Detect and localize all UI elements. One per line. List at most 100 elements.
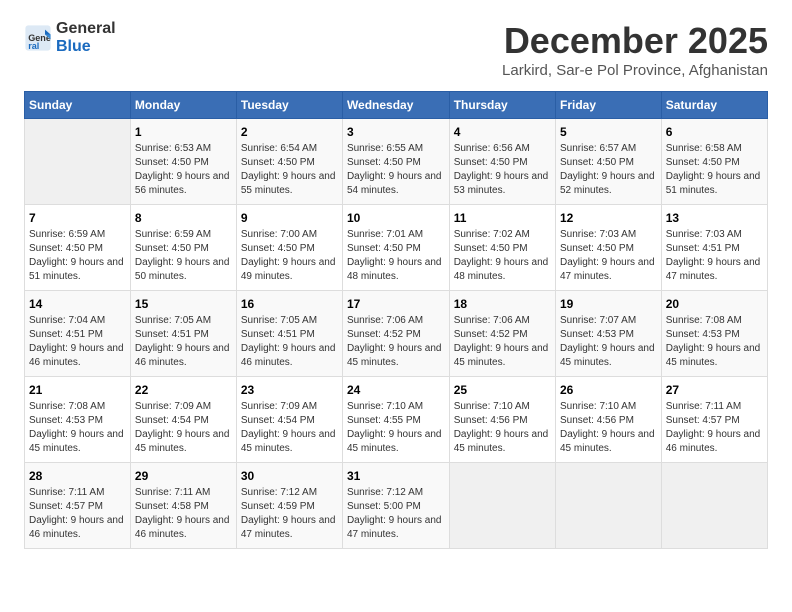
day-header-tuesday: Tuesday: [236, 92, 342, 119]
day-info: Sunrise: 6:58 AMSunset: 4:50 PMDaylight:…: [666, 142, 763, 198]
calendar-cell: 9 Sunrise: 7:00 AMSunset: 4:50 PMDayligh…: [236, 205, 342, 291]
calendar-cell: [556, 463, 662, 549]
day-info: Sunrise: 7:08 AMSunset: 4:53 PMDaylight:…: [666, 314, 763, 370]
calendar-cell: 1 Sunrise: 6:53 AMSunset: 4:50 PMDayligh…: [130, 119, 236, 205]
day-info: Sunrise: 6:54 AMSunset: 4:50 PMDaylight:…: [241, 142, 338, 198]
day-number: 19: [560, 297, 657, 311]
day-header-monday: Monday: [130, 92, 236, 119]
calendar-cell: 23 Sunrise: 7:09 AMSunset: 4:54 PMDaylig…: [236, 377, 342, 463]
calendar-cell: 29 Sunrise: 7:11 AMSunset: 4:58 PMDaylig…: [130, 463, 236, 549]
calendar-cell: 14 Sunrise: 7:04 AMSunset: 4:51 PMDaylig…: [25, 291, 131, 377]
calendar-cell: 16 Sunrise: 7:05 AMSunset: 4:51 PMDaylig…: [236, 291, 342, 377]
calendar-cell: 17 Sunrise: 7:06 AMSunset: 4:52 PMDaylig…: [342, 291, 449, 377]
day-info: Sunrise: 7:07 AMSunset: 4:53 PMDaylight:…: [560, 314, 657, 370]
day-info: Sunrise: 6:53 AMSunset: 4:50 PMDaylight:…: [135, 142, 232, 198]
day-info: Sunrise: 7:03 AMSunset: 4:50 PMDaylight:…: [560, 228, 657, 284]
day-number: 26: [560, 383, 657, 397]
calendar-cell: 7 Sunrise: 6:59 AMSunset: 4:50 PMDayligh…: [25, 205, 131, 291]
svg-text:ral: ral: [28, 41, 39, 51]
week-row-4: 21 Sunrise: 7:08 AMSunset: 4:53 PMDaylig…: [25, 377, 768, 463]
calendar-cell: 6 Sunrise: 6:58 AMSunset: 4:50 PMDayligh…: [661, 119, 767, 205]
day-info: Sunrise: 7:03 AMSunset: 4:51 PMDaylight:…: [666, 228, 763, 284]
calendar-cell: 10 Sunrise: 7:01 AMSunset: 4:50 PMDaylig…: [342, 205, 449, 291]
day-info: Sunrise: 6:56 AMSunset: 4:50 PMDaylight:…: [454, 142, 551, 198]
calendar-cell: 18 Sunrise: 7:06 AMSunset: 4:52 PMDaylig…: [449, 291, 555, 377]
day-number: 2: [241, 125, 338, 139]
subtitle: Larkird, Sar-e Pol Province, Afghanistan: [502, 62, 768, 79]
week-row-1: 1 Sunrise: 6:53 AMSunset: 4:50 PMDayligh…: [25, 119, 768, 205]
day-number: 21: [29, 383, 126, 397]
day-info: Sunrise: 7:06 AMSunset: 4:52 PMDaylight:…: [454, 314, 551, 370]
calendar-cell: 13 Sunrise: 7:03 AMSunset: 4:51 PMDaylig…: [661, 205, 767, 291]
day-number: 27: [666, 383, 763, 397]
calendar-cell: 30 Sunrise: 7:12 AMSunset: 4:59 PMDaylig…: [236, 463, 342, 549]
day-info: Sunrise: 7:02 AMSunset: 4:50 PMDaylight:…: [454, 228, 551, 284]
day-info: Sunrise: 7:05 AMSunset: 4:51 PMDaylight:…: [241, 314, 338, 370]
day-number: 3: [347, 125, 445, 139]
day-number: 25: [454, 383, 551, 397]
day-info: Sunrise: 7:10 AMSunset: 4:55 PMDaylight:…: [347, 400, 445, 456]
calendar-cell: 25 Sunrise: 7:10 AMSunset: 4:56 PMDaylig…: [449, 377, 555, 463]
calendar-cell: 12 Sunrise: 7:03 AMSunset: 4:50 PMDaylig…: [556, 205, 662, 291]
calendar-cell: 4 Sunrise: 6:56 AMSunset: 4:50 PMDayligh…: [449, 119, 555, 205]
day-header-thursday: Thursday: [449, 92, 555, 119]
calendar-cell: 22 Sunrise: 7:09 AMSunset: 4:54 PMDaylig…: [130, 377, 236, 463]
calendar-cell: 21 Sunrise: 7:08 AMSunset: 4:53 PMDaylig…: [25, 377, 131, 463]
day-info: Sunrise: 6:59 AMSunset: 4:50 PMDaylight:…: [29, 228, 126, 284]
day-number: 6: [666, 125, 763, 139]
day-number: 23: [241, 383, 338, 397]
logo-icon: Gene ral: [24, 24, 52, 52]
day-number: 8: [135, 211, 232, 225]
calendar-table: SundayMondayTuesdayWednesdayThursdayFrid…: [24, 91, 768, 549]
day-header-saturday: Saturday: [661, 92, 767, 119]
day-info: Sunrise: 7:12 AMSunset: 5:00 PMDaylight:…: [347, 486, 445, 542]
day-number: 18: [454, 297, 551, 311]
day-info: Sunrise: 7:10 AMSunset: 4:56 PMDaylight:…: [560, 400, 657, 456]
page-header: Gene ral General Blue December 2025 Lark…: [24, 20, 768, 79]
calendar-cell: 26 Sunrise: 7:10 AMSunset: 4:56 PMDaylig…: [556, 377, 662, 463]
day-info: Sunrise: 7:05 AMSunset: 4:51 PMDaylight:…: [135, 314, 232, 370]
day-number: 15: [135, 297, 232, 311]
day-number: 13: [666, 211, 763, 225]
day-number: 31: [347, 469, 445, 483]
day-info: Sunrise: 7:08 AMSunset: 4:53 PMDaylight:…: [29, 400, 126, 456]
day-number: 12: [560, 211, 657, 225]
day-info: Sunrise: 7:01 AMSunset: 4:50 PMDaylight:…: [347, 228, 445, 284]
logo-general-text: General: [56, 20, 116, 38]
day-info: Sunrise: 7:09 AMSunset: 4:54 PMDaylight:…: [135, 400, 232, 456]
logo-blue-text: Blue: [56, 38, 116, 56]
calendar-cell: [25, 119, 131, 205]
day-number: 9: [241, 211, 338, 225]
day-number: 14: [29, 297, 126, 311]
calendar-cell: 3 Sunrise: 6:55 AMSunset: 4:50 PMDayligh…: [342, 119, 449, 205]
day-header-row: SundayMondayTuesdayWednesdayThursdayFrid…: [25, 92, 768, 119]
calendar-cell: 5 Sunrise: 6:57 AMSunset: 4:50 PMDayligh…: [556, 119, 662, 205]
day-number: 5: [560, 125, 657, 139]
main-title: December 2025: [502, 20, 768, 62]
day-info: Sunrise: 7:00 AMSunset: 4:50 PMDaylight:…: [241, 228, 338, 284]
week-row-3: 14 Sunrise: 7:04 AMSunset: 4:51 PMDaylig…: [25, 291, 768, 377]
calendar-cell: [449, 463, 555, 549]
title-section: December 2025 Larkird, Sar-e Pol Provinc…: [502, 20, 768, 79]
day-number: 1: [135, 125, 232, 139]
day-info: Sunrise: 6:55 AMSunset: 4:50 PMDaylight:…: [347, 142, 445, 198]
calendar-cell: 28 Sunrise: 7:11 AMSunset: 4:57 PMDaylig…: [25, 463, 131, 549]
day-header-friday: Friday: [556, 92, 662, 119]
day-number: 4: [454, 125, 551, 139]
logo: Gene ral General Blue: [24, 20, 116, 55]
calendar-cell: 15 Sunrise: 7:05 AMSunset: 4:51 PMDaylig…: [130, 291, 236, 377]
day-number: 20: [666, 297, 763, 311]
day-info: Sunrise: 7:06 AMSunset: 4:52 PMDaylight:…: [347, 314, 445, 370]
day-info: Sunrise: 6:57 AMSunset: 4:50 PMDaylight:…: [560, 142, 657, 198]
day-number: 17: [347, 297, 445, 311]
calendar-cell: 24 Sunrise: 7:10 AMSunset: 4:55 PMDaylig…: [342, 377, 449, 463]
day-number: 11: [454, 211, 551, 225]
day-info: Sunrise: 7:10 AMSunset: 4:56 PMDaylight:…: [454, 400, 551, 456]
calendar-cell: 31 Sunrise: 7:12 AMSunset: 5:00 PMDaylig…: [342, 463, 449, 549]
calendar-cell: 19 Sunrise: 7:07 AMSunset: 4:53 PMDaylig…: [556, 291, 662, 377]
day-number: 16: [241, 297, 338, 311]
day-info: Sunrise: 7:04 AMSunset: 4:51 PMDaylight:…: [29, 314, 126, 370]
day-info: Sunrise: 7:11 AMSunset: 4:57 PMDaylight:…: [666, 400, 763, 456]
day-number: 29: [135, 469, 232, 483]
week-row-5: 28 Sunrise: 7:11 AMSunset: 4:57 PMDaylig…: [25, 463, 768, 549]
